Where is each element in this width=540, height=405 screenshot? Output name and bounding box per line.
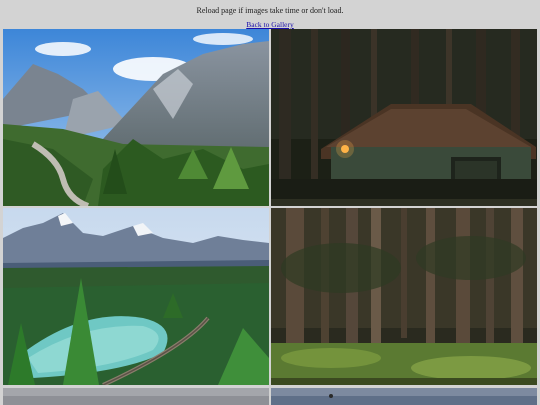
gallery-image-pine-forest[interactable] — [271, 208, 537, 385]
gallery-image-partial-right[interactable] — [271, 388, 537, 405]
back-to-gallery-link[interactable]: Back to Gallery — [0, 20, 540, 29]
gallery-image-partial-left[interactable] — [3, 388, 269, 405]
gallery-page: Reload page if images take time or don't… — [0, 0, 540, 405]
gallery-image-mountain-valley[interactable] — [3, 29, 269, 206]
gallery-image-mountain-lake[interactable] — [3, 208, 269, 385]
reload-notice: Reload page if images take time or don't… — [196, 6, 344, 15]
gallery-image-forest-cabin[interactable] — [271, 29, 537, 206]
